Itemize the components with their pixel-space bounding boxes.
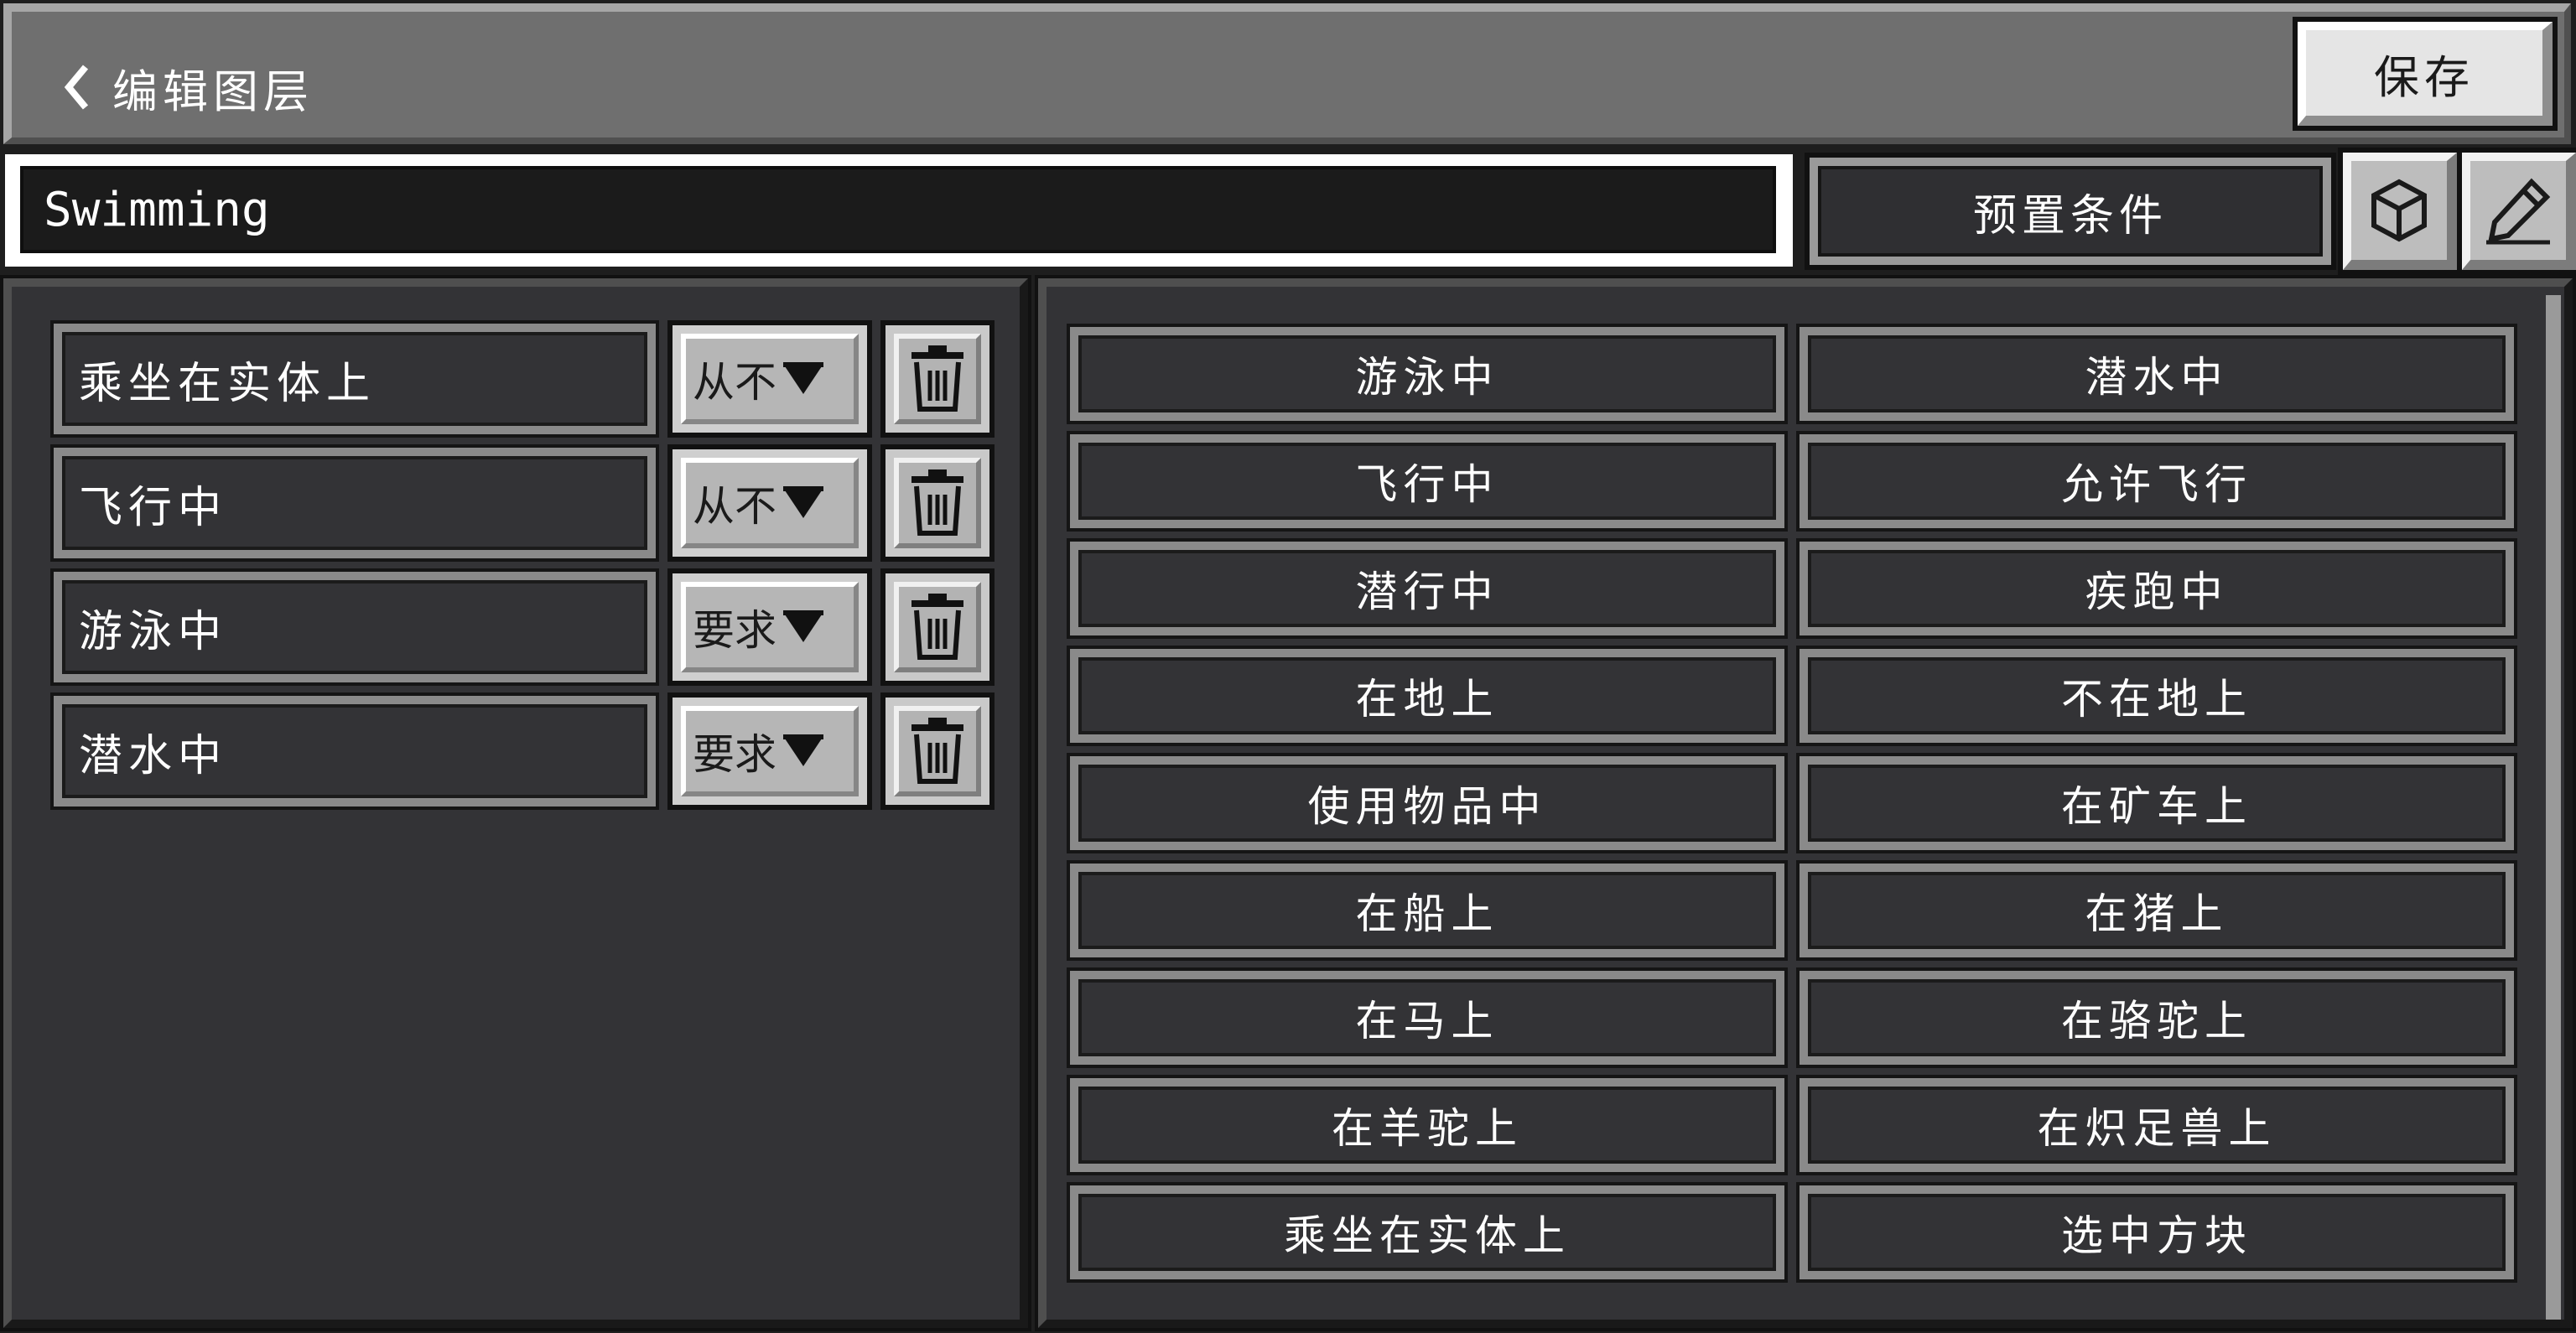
scrollbar[interactable]: [2546, 295, 2561, 1320]
header-bar: 编辑图层: [3, 3, 2571, 144]
condition-mode-inner: 要求: [681, 582, 859, 672]
available-condition-label: 使用物品中: [1078, 765, 1776, 842]
condition-mode-value: 要求: [693, 606, 776, 655]
condition-label-text: 游泳中: [62, 580, 647, 674]
layer-name-field: [5, 154, 1793, 267]
condition-label: 潜水中: [50, 692, 659, 810]
trash-icon: [911, 718, 963, 784]
condition-mode-dropdown[interactable]: 要求: [667, 568, 872, 686]
available-condition-button[interactable]: 疾跑中: [1796, 538, 2517, 639]
dropdown-arrow-icon: [783, 362, 823, 394]
cube-button[interactable]: [2338, 148, 2462, 275]
condition-label-text: 飞行中: [62, 456, 647, 550]
available-condition-label: 在船上: [1078, 872, 1776, 949]
available-condition-label: 乘坐在实体上: [1078, 1194, 1776, 1271]
back-button[interactable]: 编辑图层: [60, 52, 314, 122]
available-condition-label: 选中方块: [1808, 1194, 2506, 1271]
dropdown-arrow-icon: [783, 610, 823, 642]
trash-icon: [911, 345, 963, 412]
layer-name-field-inner: [20, 166, 1776, 253]
available-condition-button[interactable]: 在地上: [1067, 646, 1788, 746]
delete-condition-button[interactable]: [880, 444, 995, 562]
available-condition-button[interactable]: 乘坐在实体上: [1067, 1182, 1788, 1283]
available-condition-button[interactable]: 潜水中: [1796, 324, 2517, 424]
available-condition-button[interactable]: 选中方块: [1796, 1182, 2517, 1283]
available-condition-label: 在猪上: [1808, 872, 2506, 949]
available-condition-button[interactable]: 允许飞行: [1796, 431, 2517, 532]
condition-label-text: 乘坐在实体上: [62, 332, 647, 426]
available-condition-label: 飞行中: [1078, 443, 1776, 520]
condition-mode-inner: 从不: [681, 334, 859, 424]
page-title: 编辑图层: [112, 65, 314, 118]
condition-mode-value: 要求: [693, 730, 776, 779]
available-condition-label: 疾跑中: [1808, 550, 2506, 627]
available-condition-button[interactable]: 不在地上: [1796, 646, 2517, 746]
available-condition-label: 在炽足兽上: [1808, 1087, 2506, 1164]
condition-label: 游泳中: [50, 568, 659, 686]
condition-mode-value: 从不: [693, 358, 776, 407]
available-condition-button[interactable]: 飞行中: [1067, 431, 1788, 532]
available-condition-label: 在马上: [1078, 979, 1776, 1056]
layer-name-input[interactable]: [44, 182, 1773, 237]
available-condition-label: 在羊驼上: [1078, 1087, 1776, 1164]
condition-mode-dropdown[interactable]: 从不: [667, 444, 872, 562]
delete-condition-button[interactable]: [880, 692, 995, 810]
delete-condition-inner: [894, 582, 981, 672]
cube-icon: [2371, 179, 2427, 242]
condition-label-text: 潜水中: [62, 704, 647, 798]
preset-conditions-label: 预置条件: [1818, 166, 2323, 257]
available-condition-label: 在地上: [1078, 657, 1776, 734]
condition-label: 飞行中: [50, 444, 659, 562]
condition-mode-inner: 要求: [681, 706, 859, 796]
available-condition-button[interactable]: 在矿车上: [1796, 753, 2517, 853]
delete-condition-button[interactable]: [880, 320, 995, 438]
dropdown-arrow-icon: [783, 486, 823, 518]
pencil-icon: [2486, 178, 2551, 245]
chevron-left-icon: [64, 65, 89, 110]
available-conditions-panel: 游泳中 潜水中 飞行中 允许飞行 潜行中 疾跑中 在地上 不在地上 使用物品中 在矿车上 在船上 在猪…: [1035, 275, 2576, 1331]
trash-icon: [911, 594, 963, 660]
available-condition-label: 潜水中: [1808, 335, 2506, 412]
available-condition-label: 不在地上: [1808, 657, 2506, 734]
condition-mode-value: 从不: [693, 482, 776, 531]
delete-condition-inner: [894, 706, 981, 796]
available-condition-button[interactable]: 潜行中: [1067, 538, 1788, 639]
edit-button[interactable]: [2457, 148, 2576, 275]
condition-label: 乘坐在实体上: [50, 320, 659, 438]
available-condition-button[interactable]: 在马上: [1067, 967, 1788, 1068]
delete-condition-inner: [894, 458, 981, 548]
available-condition-button[interactable]: 在骆驼上: [1796, 967, 2517, 1068]
available-condition-button[interactable]: 在炽足兽上: [1796, 1075, 2517, 1175]
available-condition-label: 潜行中: [1078, 550, 1776, 627]
delete-condition-button[interactable]: [880, 568, 995, 686]
delete-condition-inner: [894, 334, 981, 424]
available-condition-button[interactable]: 在羊驼上: [1067, 1075, 1788, 1175]
dropdown-arrow-icon: [783, 734, 823, 766]
available-condition-button[interactable]: 使用物品中: [1067, 753, 1788, 853]
available-condition-button[interactable]: 在船上: [1067, 860, 1788, 961]
trash-icon: [911, 469, 963, 536]
available-condition-label: 游泳中: [1078, 335, 1776, 412]
condition-mode-dropdown[interactable]: 要求: [667, 692, 872, 810]
available-condition-label: 在矿车上: [1808, 765, 2506, 842]
available-condition-button[interactable]: 在猪上: [1796, 860, 2517, 961]
available-condition-label: 在骆驼上: [1808, 979, 2506, 1056]
condition-mode-inner: 从不: [681, 458, 859, 548]
available-condition-button[interactable]: 游泳中: [1067, 324, 1788, 424]
active-conditions-panel: 乘坐在实体上 从不 飞行中 从不 游泳中 要求 潜水中 要求: [0, 275, 1031, 1331]
available-condition-label: 允许飞行: [1808, 443, 2506, 520]
save-button[interactable]: 保存: [2293, 17, 2558, 131]
condition-mode-dropdown[interactable]: 从不: [667, 320, 872, 438]
preset-conditions-button[interactable]: 预置条件: [1805, 153, 2336, 270]
